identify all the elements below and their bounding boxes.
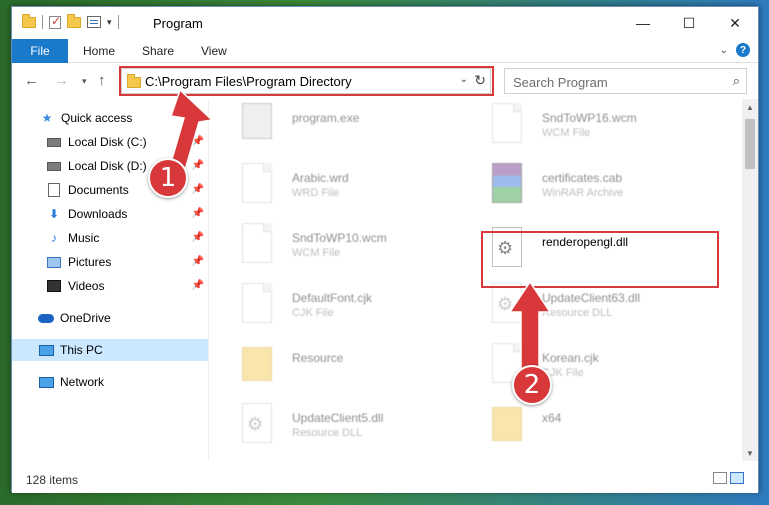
step-badge-1: 1 bbox=[148, 158, 188, 198]
arrow-1 bbox=[169, 88, 214, 171]
step-badge-2: 2 bbox=[512, 365, 552, 405]
annotation-arrows bbox=[169, 88, 552, 371]
arrow-2 bbox=[508, 280, 552, 371]
